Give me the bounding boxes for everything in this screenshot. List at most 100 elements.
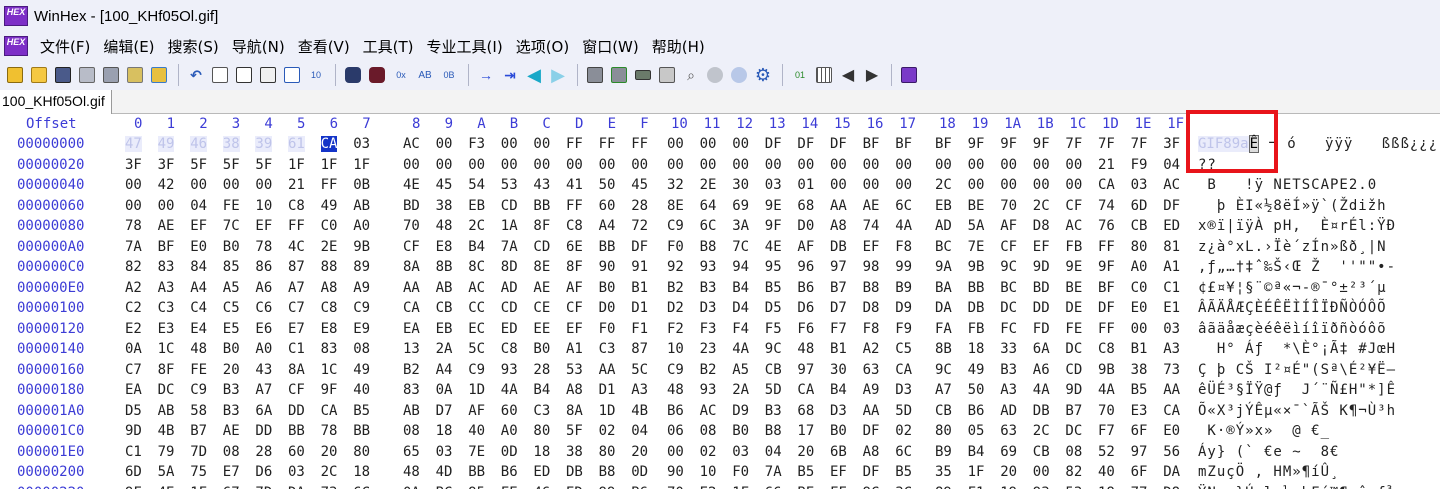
hex-byte[interactable]: BF bbox=[935, 136, 952, 152]
hex-byte[interactable]: CF bbox=[1000, 239, 1017, 255]
hex-byte[interactable]: ED bbox=[533, 464, 550, 480]
hex-byte[interactable]: C7 bbox=[288, 300, 305, 316]
hex-byte[interactable]: 00 bbox=[895, 177, 912, 193]
hex-byte[interactable]: B1 bbox=[631, 280, 648, 296]
hex-byte[interactable]: 6B bbox=[830, 444, 847, 460]
hex-byte[interactable]: D3 bbox=[895, 382, 912, 398]
hex-byte[interactable]: BB bbox=[533, 198, 550, 214]
hex-byte[interactable]: 48 bbox=[403, 464, 420, 480]
hex-byte[interactable]: 33 bbox=[1000, 341, 1017, 357]
hex-byte[interactable]: 2E bbox=[700, 177, 717, 193]
hex-byte[interactable]: B9 bbox=[895, 280, 912, 296]
ascii-text[interactable]: z¿à°xL.›Ïè´zÍn»ßð¸|N bbox=[1198, 239, 1387, 255]
hex-byte[interactable]: 48 bbox=[797, 341, 814, 357]
hex-byte[interactable]: 00 bbox=[599, 157, 616, 173]
hex-byte[interactable]: B4 bbox=[468, 239, 485, 255]
hex-byte[interactable]: 3A bbox=[732, 218, 749, 234]
hex-byte[interactable]: 8F bbox=[158, 362, 175, 378]
hex-byte[interactable]: DF bbox=[863, 464, 880, 480]
hex-byte[interactable]: EF bbox=[863, 239, 880, 255]
hex-byte[interactable]: 3F bbox=[125, 157, 142, 173]
print-icon[interactable] bbox=[76, 64, 98, 86]
hex-byte[interactable]: DD bbox=[1033, 300, 1050, 316]
hex-byte[interactable]: 3C bbox=[895, 485, 912, 489]
hex-byte[interactable]: 00 bbox=[533, 136, 550, 152]
hex-byte[interactable]: AA bbox=[830, 198, 847, 214]
hex-byte[interactable]: CF bbox=[288, 382, 305, 398]
hex-byte[interactable]: B3 bbox=[700, 280, 717, 296]
hex-byte[interactable]: 89 bbox=[353, 259, 370, 275]
hex-byte[interactable]: 7E bbox=[468, 444, 485, 460]
hex-byte[interactable]: 9F bbox=[968, 136, 985, 152]
hex-byte[interactable]: 4A bbox=[1098, 382, 1115, 398]
hex-byte[interactable]: BE bbox=[1065, 280, 1082, 296]
hex-byte[interactable]: 30 bbox=[830, 362, 847, 378]
hex-byte[interactable]: 9C bbox=[935, 362, 952, 378]
hex-byte[interactable]: AE bbox=[158, 218, 175, 234]
hex-byte[interactable]: 9E bbox=[1065, 259, 1082, 275]
hex-byte[interactable]: BD bbox=[403, 198, 420, 214]
hex-byte[interactable]: 78 bbox=[321, 423, 338, 439]
hex-byte[interactable]: 9F bbox=[1098, 259, 1115, 275]
hex-byte[interactable]: AA bbox=[1163, 382, 1180, 398]
hex-byte[interactable]: B0 bbox=[223, 341, 240, 357]
hex-byte[interactable]: C9 bbox=[353, 300, 370, 316]
hex-byte[interactable]: CA bbox=[895, 362, 912, 378]
hex-byte[interactable]: B8 bbox=[863, 280, 880, 296]
hex-byte[interactable]: F1 bbox=[631, 321, 648, 337]
hex-byte[interactable]: 4A bbox=[1033, 382, 1050, 398]
hex-byte[interactable]: 38 bbox=[1131, 362, 1148, 378]
hex-byte[interactable]: B7 bbox=[830, 280, 847, 296]
hex-byte[interactable]: 83 bbox=[403, 382, 420, 398]
hex-byte[interactable]: 00 bbox=[1033, 464, 1050, 480]
hex-byte[interactable]: B6 bbox=[667, 403, 684, 419]
hex-byte[interactable]: AC bbox=[1065, 218, 1082, 234]
hex-byte[interactable]: AB bbox=[158, 403, 175, 419]
hex-byte[interactable]: AD bbox=[1000, 403, 1017, 419]
hex-byte[interactable]: 2E bbox=[321, 239, 338, 255]
hex-byte[interactable]: D6 bbox=[255, 464, 272, 480]
ascii-text[interactable]: H° Áƒ *\È°¡Ã‡ #JœH bbox=[1198, 341, 1396, 357]
hex-byte[interactable]: B2 bbox=[700, 362, 717, 378]
hex-byte[interactable]: 1F bbox=[321, 157, 338, 173]
hex-byte[interactable]: E7 bbox=[288, 321, 305, 337]
hex-byte[interactable]: DC bbox=[1065, 423, 1082, 439]
hex-byte[interactable]: 00 bbox=[468, 157, 485, 173]
hex-byte[interactable]: 86 bbox=[255, 259, 272, 275]
hex-byte[interactable]: 5C bbox=[468, 341, 485, 357]
hex-byte[interactable]: 40 bbox=[353, 382, 370, 398]
hex-byte[interactable]: B8 bbox=[599, 464, 616, 480]
hex-byte[interactable]: 10 bbox=[700, 464, 717, 480]
hex-byte[interactable]: A2 bbox=[863, 341, 880, 357]
hex-byte[interactable]: 93 bbox=[700, 259, 717, 275]
hex-byte[interactable]: EF bbox=[190, 218, 207, 234]
hex-byte[interactable]: 77 bbox=[1131, 485, 1148, 489]
hex-byte[interactable]: 10 bbox=[255, 198, 272, 214]
hex-byte[interactable]: 97 bbox=[797, 362, 814, 378]
hex-byte[interactable]: AD bbox=[935, 218, 952, 234]
hex-byte[interactable]: AC bbox=[1163, 177, 1180, 193]
hex-byte[interactable]: C3 bbox=[158, 300, 175, 316]
hex-byte[interactable]: 00 bbox=[403, 157, 420, 173]
hex-byte[interactable]: 9F bbox=[1033, 136, 1050, 152]
hex-byte[interactable]: 81 bbox=[1163, 239, 1180, 255]
hex-byte[interactable]: 2C bbox=[468, 218, 485, 234]
hex-byte[interactable]: 5F bbox=[190, 157, 207, 173]
hex-byte[interactable]: BB bbox=[468, 464, 485, 480]
hex-byte[interactable]: A1 bbox=[566, 341, 583, 357]
hex-byte[interactable]: 0B bbox=[353, 177, 370, 193]
hex-byte[interactable]: 00 bbox=[501, 157, 518, 173]
hex-byte[interactable]: 03 bbox=[436, 444, 453, 460]
hex-byte[interactable]: 00 bbox=[667, 444, 684, 460]
hex-byte[interactable]: A0 bbox=[1131, 259, 1148, 275]
hex-byte[interactable]: C9 bbox=[468, 362, 485, 378]
data-interpreter-icon[interactable]: 01 bbox=[789, 64, 811, 86]
hex-byte[interactable]: 63 bbox=[863, 362, 880, 378]
hex-byte[interactable]: 00 bbox=[566, 157, 583, 173]
hex-byte[interactable]: 4A bbox=[732, 341, 749, 357]
hex-byte[interactable]: FF bbox=[599, 136, 616, 152]
hex-byte[interactable]: 5A bbox=[968, 218, 985, 234]
hex-byte[interactable]: 9E bbox=[765, 198, 782, 214]
hex-byte[interactable]: E2 bbox=[125, 321, 142, 337]
hex-byte[interactable]: 74 bbox=[1098, 198, 1115, 214]
